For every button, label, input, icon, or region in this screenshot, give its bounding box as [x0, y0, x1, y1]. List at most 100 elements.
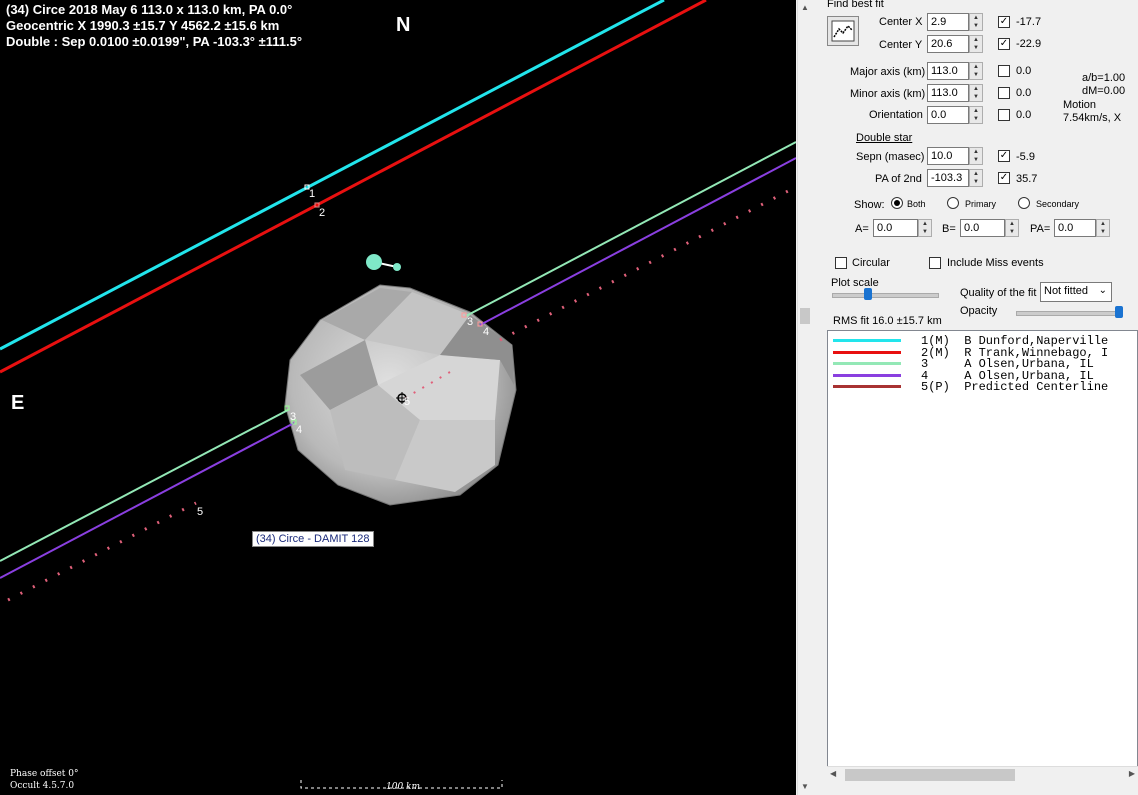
b-spinner[interactable]: ▲ ▼ [1005, 219, 1019, 237]
orientation-checkbox[interactable] [998, 109, 1010, 121]
north-label: N [396, 14, 411, 36]
scroll-right-icon[interactable]: ▶ [1129, 769, 1135, 778]
plot-scale-slider[interactable] [864, 288, 872, 300]
pa2-spinner[interactable]: ▲ ▼ [969, 169, 983, 187]
minor-axis-checkbox[interactable] [998, 87, 1010, 99]
pa-spinner[interactable]: ▲ ▼ [1096, 219, 1110, 237]
sepn-check-value: -5.9 [1016, 151, 1035, 163]
chord-4-line-right [479, 157, 796, 326]
pa2-input[interactable]: -103.3 [927, 169, 969, 187]
chord-2-number: 2 [319, 207, 326, 219]
legend-horizontal-scrollbar[interactable]: ◀ ▶ [827, 766, 1138, 783]
predicted-centerline-left [7, 501, 197, 602]
b-label: B= [942, 223, 956, 235]
opacity-track[interactable] [1016, 311, 1123, 316]
plot-header-title: (34) Circe 2018 May 6 113.0 x 113.0 km, … [6, 2, 293, 17]
chord-4-line-left [0, 422, 295, 579]
legend-scroll-thumb[interactable] [845, 769, 1015, 781]
plot-header-geocentric: Geocentric X 1990.3 ±15.7 Y 4562.2 ±15.6… [6, 18, 280, 33]
version-text: Occult 4.5.7.0 [10, 781, 75, 791]
major-axis-label: Major axis (km) [850, 66, 926, 78]
rms-fit-text: RMS fit 16.0 ±15.7 km [833, 315, 942, 327]
major-axis-checkbox[interactable] [998, 65, 1010, 77]
legend-row[interactable]: 5(P) Predicted Centerline [828, 380, 1137, 394]
sepn-spinner[interactable]: ▲ ▼ [969, 147, 983, 165]
scroll-up-icon[interactable]: ▲ [801, 3, 809, 12]
dm-text: dM=0.00 [1082, 85, 1126, 97]
primary-star [366, 254, 382, 270]
a-input[interactable]: 0.0 [873, 219, 918, 237]
legend-line-swatch [833, 350, 901, 354]
minor-axis-check-value: 0.0 [1016, 87, 1032, 99]
circular-checkbox[interactable] [835, 257, 847, 269]
center-x-checkbox[interactable]: ✓ [998, 16, 1010, 28]
center-x-spinner[interactable]: ▲ ▼ [969, 13, 983, 31]
orientation-input[interactable]: 0.0 [927, 106, 969, 124]
opacity-slider[interactable] [1115, 306, 1123, 318]
chord-3-line-left [0, 409, 289, 562]
show-label: Show: [854, 199, 885, 211]
minor-axis-input[interactable]: 113.0 [927, 84, 969, 102]
a-spinner[interactable]: ▲ ▼ [918, 219, 932, 237]
show-primary-radio[interactable] [947, 197, 959, 209]
b-input[interactable]: 0.0 [960, 219, 1005, 237]
plot-scale-track[interactable] [832, 293, 939, 298]
sepn-label: Sepn (masec) [856, 151, 925, 163]
fit-chart-icon [831, 20, 855, 42]
center-x-label: Center X [879, 16, 923, 28]
center-y-check-value: -22.9 [1016, 38, 1042, 50]
major-axis-check-value: 0.0 [1016, 65, 1032, 77]
motion-value: 7.54km/s, X [1063, 112, 1122, 124]
minor-axis-label: Minor axis (km) [850, 88, 926, 100]
scroll-down-icon[interactable]: ▼ [801, 782, 809, 791]
include-miss-checkbox[interactable] [929, 257, 941, 269]
center-y-checkbox[interactable]: ✓ [998, 38, 1010, 50]
pa-label: PA= [1030, 223, 1051, 235]
legend-line-swatch [833, 373, 901, 377]
plot-scale-label: Plot scale [831, 277, 879, 289]
chord-4-number: 4 [296, 424, 303, 436]
sepn-checkbox[interactable]: ✓ [998, 150, 1010, 162]
ab-ratio-text: a/b=1.00 [1082, 72, 1126, 84]
major-axis-spinner[interactable]: ▲ ▼ [969, 62, 983, 80]
include-miss-label: Include Miss events [947, 257, 1044, 269]
minor-axis-spinner[interactable]: ▲ ▼ [969, 84, 983, 102]
show-both-radio[interactable] [891, 197, 903, 209]
plot-header-double: Double : Sep 0.0100 ±0.0199", PA -103.3°… [6, 34, 303, 49]
find-best-fit-label: Find best fit [827, 0, 884, 10]
fit-panel: Find best fit Center X 2.9 ▲ ▼ ✓ -17.7 Ce… [812, 0, 1138, 795]
legend-text: 5(P) Predicted Centerline [921, 380, 1109, 394]
east-label: E [11, 392, 25, 414]
find-best-fit-button[interactable] [827, 16, 859, 46]
orientation-label: Orientation [869, 109, 923, 121]
quality-value: Not fitted [1044, 285, 1089, 297]
center-x-input[interactable]: 2.9 [927, 13, 969, 31]
circular-label: Circular [852, 257, 890, 269]
pa2-checkbox[interactable]: ✓ [998, 172, 1010, 184]
chord-3-number: 3 [467, 316, 474, 328]
plot-vertical-scrollbar[interactable]: ▲ ▼ [797, 0, 812, 795]
center-y-spinner[interactable]: ▲ ▼ [969, 35, 983, 53]
centerline-number: 5 [197, 506, 204, 518]
orientation-check-value: 0.0 [1016, 109, 1032, 121]
pa2-check-value: 35.7 [1016, 173, 1038, 185]
major-axis-input[interactable]: 113.0 [927, 62, 969, 80]
scroll-left-icon[interactable]: ◀ [830, 769, 836, 778]
secondary-star [393, 263, 401, 271]
scroll-thumb[interactable] [800, 308, 810, 324]
orientation-spinner[interactable]: ▲ ▼ [969, 106, 983, 124]
motion-label: Motion [1063, 99, 1097, 111]
center-x-check-value: -17.7 [1016, 16, 1042, 28]
scale-bar-label: 100 km [386, 782, 421, 792]
chord-1-number: 1 [309, 188, 316, 200]
chevron-down-icon: ⌄ [1098, 285, 1107, 296]
quality-dropdown[interactable]: Not fitted ⌄ [1040, 282, 1112, 302]
pa-input[interactable]: 0.0 [1054, 219, 1096, 237]
a-label: A= [855, 223, 869, 235]
chord-legend-list[interactable]: 1(M) B Dunford,Naperville 2(M) R Trank,Wi… [827, 330, 1138, 782]
center-y-input[interactable]: 20.6 [927, 35, 969, 53]
show-secondary-radio[interactable] [1018, 197, 1030, 209]
occultation-plot[interactable]: (34) Circe 2018 May 6 113.0 x 113.0 km, … [0, 0, 796, 795]
sepn-input[interactable]: 10.0 [927, 147, 969, 165]
predicted-centerline-right [499, 188, 791, 342]
